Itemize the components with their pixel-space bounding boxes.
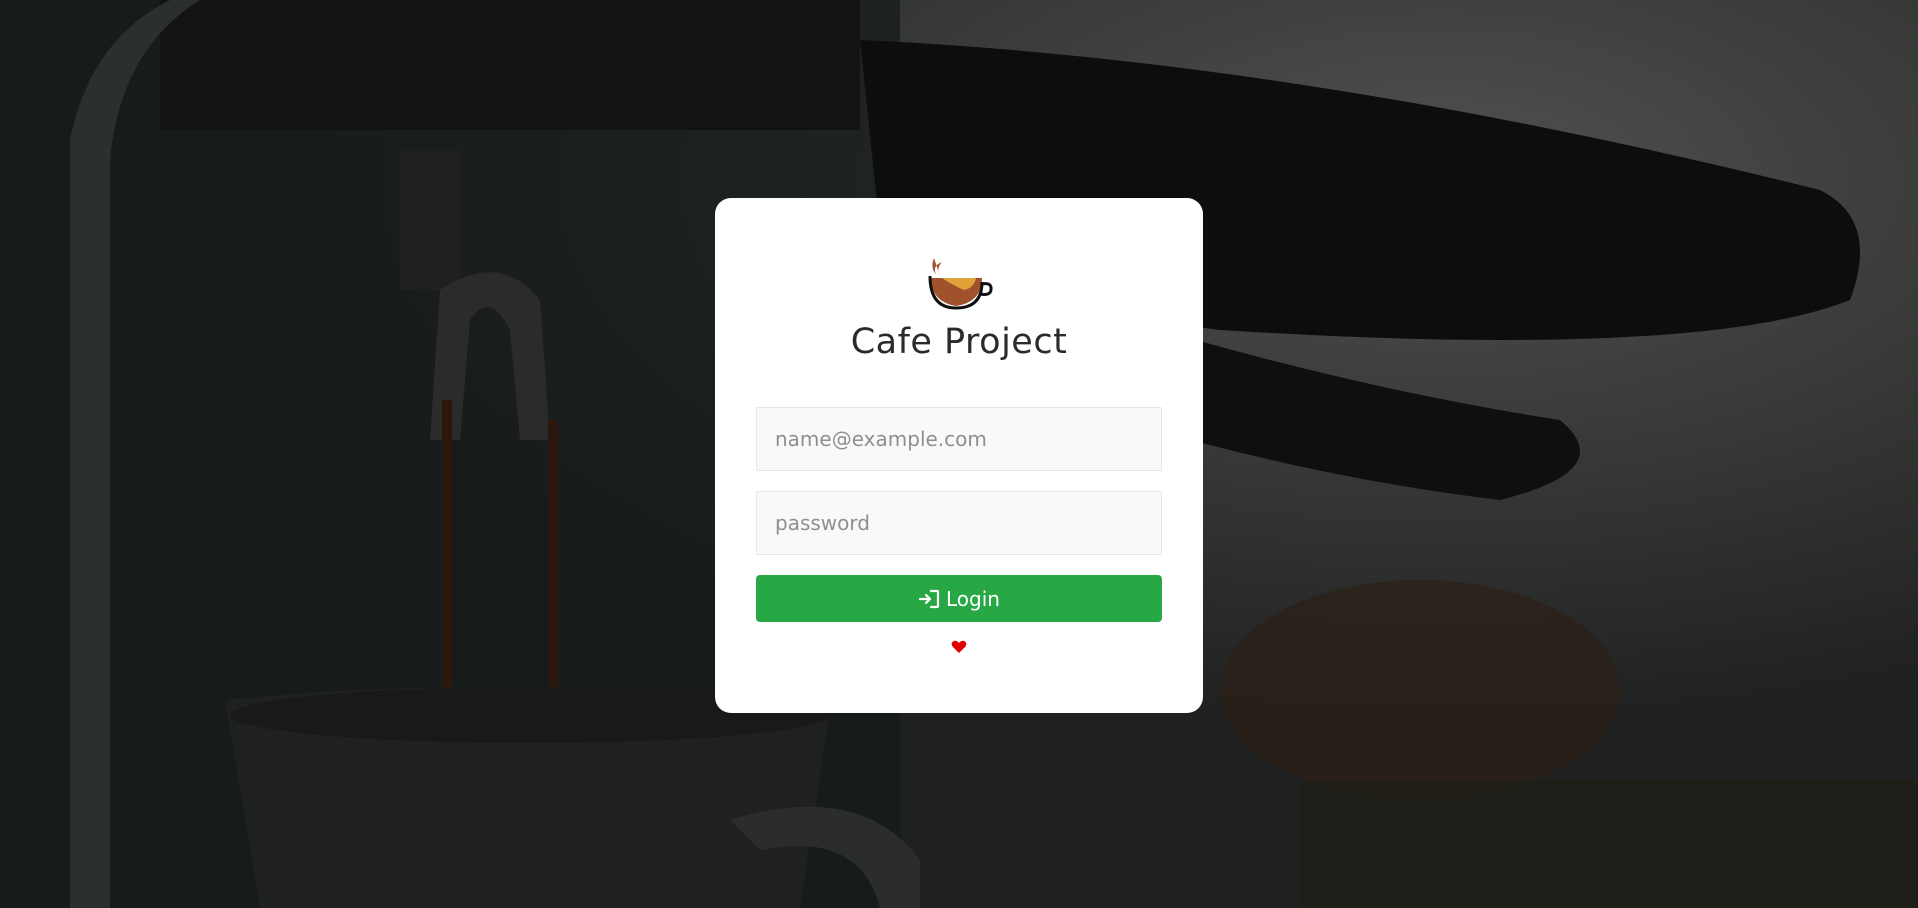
sign-in-icon bbox=[918, 589, 940, 608]
login-card: Cafe Project Login bbox=[715, 198, 1203, 713]
page-title: Cafe Project bbox=[850, 322, 1068, 362]
logo bbox=[756, 254, 1162, 312]
footer-heart bbox=[756, 640, 1162, 654]
login-button[interactable]: Login bbox=[756, 575, 1162, 622]
email-input[interactable] bbox=[773, 426, 1145, 452]
password-field[interactable] bbox=[756, 491, 1162, 555]
email-field[interactable] bbox=[756, 407, 1162, 471]
heart-icon bbox=[951, 640, 967, 653]
password-input[interactable] bbox=[773, 510, 1145, 536]
login-button-label: Login bbox=[946, 586, 1000, 611]
coffee-cup-logo-icon bbox=[928, 258, 993, 310]
